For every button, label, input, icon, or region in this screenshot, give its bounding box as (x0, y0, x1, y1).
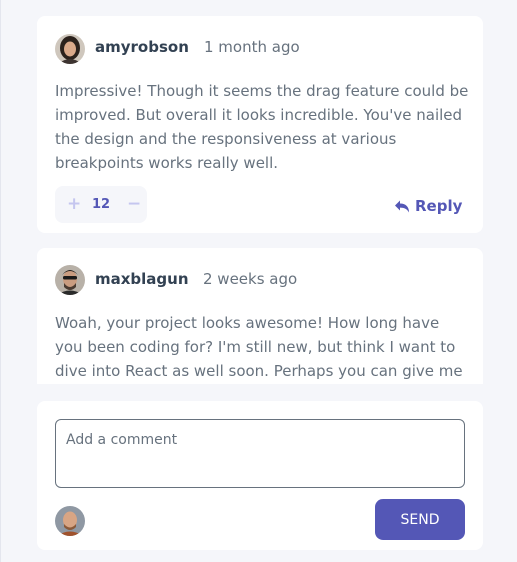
current-user-avatar-icon (55, 506, 85, 536)
comment-timestamp: 1 month ago (204, 38, 300, 56)
left-edge-divider (0, 0, 1, 562)
reply-button[interactable]: Reply (395, 195, 462, 217)
comment-username[interactable]: amyrobson (95, 38, 189, 56)
comment-text: Impressive! Though it seems the drag fea… (55, 82, 469, 172)
comment-username[interactable]: maxblagun (95, 270, 189, 288)
user-avatar-icon[interactable] (55, 34, 85, 64)
comment-card: maxblagun 2 weeks ago Woah, your project… (37, 248, 483, 384)
comment-card: amyrobson 1 month ago Impressive! Though… (37, 16, 483, 233)
comment-text: Woah, your project looks awesome! How lo… (55, 314, 463, 380)
downvote-button[interactable]: − (127, 186, 141, 223)
comment-composer: SEND (37, 401, 483, 550)
comment-score: 12 (91, 197, 111, 212)
upvote-button[interactable]: + (67, 186, 81, 223)
reply-label: Reply (415, 197, 463, 215)
comment-timestamp: 2 weeks ago (203, 270, 298, 288)
send-button[interactable]: SEND (375, 499, 465, 540)
add-comment-input[interactable] (55, 419, 465, 488)
user-avatar-icon[interactable] (55, 265, 85, 295)
comments-feed[interactable]: amyrobson 1 month ago Impressive! Though… (37, 16, 483, 384)
reply-icon (395, 197, 415, 215)
vote-counter: + 12 − (55, 186, 147, 223)
